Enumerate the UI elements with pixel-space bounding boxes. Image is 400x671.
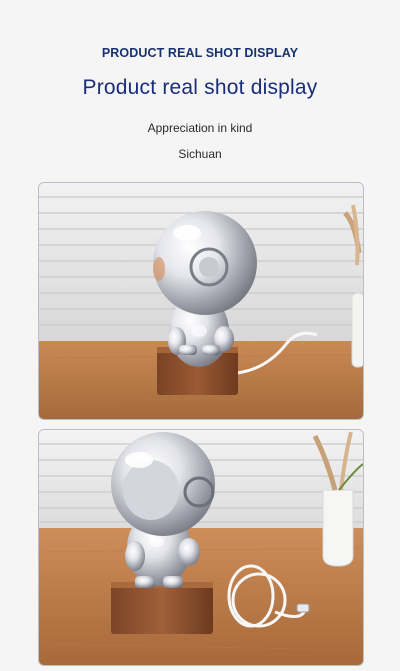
product-photo-2 (38, 429, 364, 666)
product-display-page: PRODUCT REAL SHOT DISPLAY Product real s… (0, 0, 400, 671)
product-photo-2-image (39, 430, 363, 665)
page-title: Product real shot display (82, 76, 318, 99)
product-photo-1-image (39, 183, 363, 419)
subtitle-location: Sichuan (178, 147, 222, 161)
product-photo-1 (38, 182, 364, 420)
subtitle-appreciation: Appreciation in kind (147, 121, 253, 135)
section-kicker: PRODUCT REAL SHOT DISPLAY (101, 46, 299, 60)
